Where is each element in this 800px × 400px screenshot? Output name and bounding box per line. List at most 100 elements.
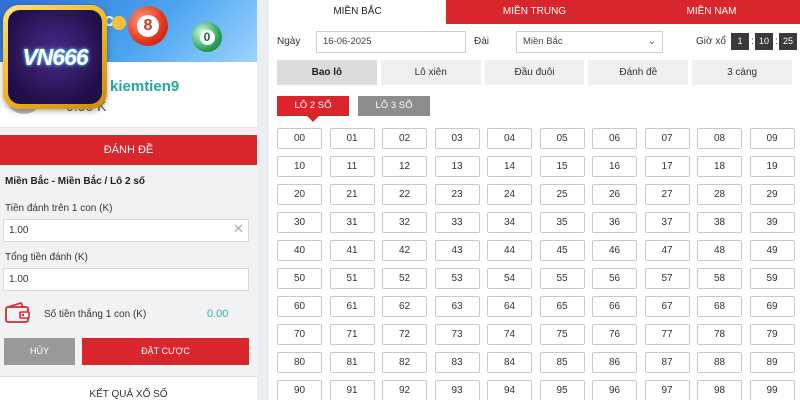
stake-input[interactable]: 1.00 bbox=[3, 219, 249, 242]
number-cell[interactable]: 09 bbox=[749, 128, 795, 149]
number-cell[interactable]: 81 bbox=[329, 352, 375, 373]
clear-icon[interactable]: ✕ bbox=[233, 221, 244, 237]
number-cell[interactable]: 47 bbox=[644, 240, 690, 261]
number-cell[interactable]: 77 bbox=[644, 324, 690, 345]
number-cell[interactable]: 01 bbox=[329, 128, 375, 149]
number-cell[interactable]: 32 bbox=[382, 212, 427, 233]
number-cell[interactable]: 74 bbox=[487, 324, 532, 345]
number-cell[interactable]: 20 bbox=[277, 184, 322, 205]
tab-dau-duoi[interactable]: Đầu đuôi bbox=[484, 60, 585, 85]
number-cell[interactable]: 49 bbox=[749, 240, 795, 261]
number-cell[interactable]: 61 bbox=[329, 296, 375, 317]
number-cell[interactable]: 43 bbox=[434, 240, 480, 261]
number-cell[interactable]: 97 bbox=[644, 380, 690, 400]
number-cell[interactable]: 23 bbox=[434, 184, 480, 205]
number-cell[interactable]: 79 bbox=[749, 324, 795, 345]
number-cell[interactable]: 84 bbox=[487, 352, 532, 373]
tab-mien-nam[interactable]: MIỀN NAM bbox=[623, 0, 800, 24]
number-cell[interactable]: 80 bbox=[277, 352, 322, 373]
number-cell[interactable]: 73 bbox=[434, 324, 480, 345]
number-cell[interactable]: 15 bbox=[539, 156, 585, 177]
number-cell[interactable]: 13 bbox=[434, 156, 480, 177]
number-cell[interactable]: 59 bbox=[749, 268, 795, 289]
number-cell[interactable]: 98 bbox=[697, 380, 742, 400]
tab-bao-lo[interactable]: Bao lô bbox=[277, 60, 377, 85]
number-cell[interactable]: 08 bbox=[697, 128, 742, 149]
number-cell[interactable]: 02 bbox=[382, 128, 427, 149]
number-cell[interactable]: 00 bbox=[277, 128, 322, 149]
number-cell[interactable]: 28 bbox=[697, 184, 742, 205]
number-cell[interactable]: 24 bbox=[487, 184, 532, 205]
number-cell[interactable]: 05 bbox=[539, 128, 585, 149]
number-cell[interactable]: 36 bbox=[592, 212, 637, 233]
number-cell[interactable]: 22 bbox=[382, 184, 427, 205]
number-cell[interactable]: 93 bbox=[434, 380, 480, 400]
number-cell[interactable]: 88 bbox=[697, 352, 742, 373]
number-cell[interactable]: 67 bbox=[644, 296, 690, 317]
station-select[interactable]: Miền Bắc ⌄ bbox=[516, 31, 663, 53]
number-cell[interactable]: 52 bbox=[382, 268, 427, 289]
number-cell[interactable]: 18 bbox=[697, 156, 742, 177]
number-cell[interactable]: 37 bbox=[644, 212, 690, 233]
number-cell[interactable]: 60 bbox=[277, 296, 322, 317]
number-cell[interactable]: 86 bbox=[592, 352, 637, 373]
tab-3-cang[interactable]: 3 càng bbox=[692, 60, 792, 85]
number-cell[interactable]: 21 bbox=[329, 184, 375, 205]
number-cell[interactable]: 31 bbox=[329, 212, 375, 233]
number-cell[interactable]: 89 bbox=[749, 352, 795, 373]
number-cell[interactable]: 10 bbox=[277, 156, 322, 177]
number-cell[interactable]: 95 bbox=[539, 380, 585, 400]
number-cell[interactable]: 78 bbox=[697, 324, 742, 345]
number-cell[interactable]: 64 bbox=[487, 296, 532, 317]
number-cell[interactable]: 71 bbox=[329, 324, 375, 345]
number-cell[interactable]: 53 bbox=[434, 268, 480, 289]
number-cell[interactable]: 65 bbox=[539, 296, 585, 317]
number-cell[interactable]: 96 bbox=[592, 380, 637, 400]
number-cell[interactable]: 03 bbox=[434, 128, 480, 149]
number-cell[interactable]: 85 bbox=[539, 352, 585, 373]
number-cell[interactable]: 27 bbox=[644, 184, 690, 205]
number-cell[interactable]: 58 bbox=[697, 268, 742, 289]
place-bet-button[interactable]: ĐẶT CƯỢC bbox=[82, 338, 249, 365]
number-cell[interactable]: 90 bbox=[277, 380, 322, 400]
number-cell[interactable]: 68 bbox=[697, 296, 742, 317]
site-logo[interactable]: VN666 bbox=[3, 5, 107, 109]
number-cell[interactable]: 83 bbox=[434, 352, 480, 373]
number-cell[interactable]: 39 bbox=[749, 212, 795, 233]
cancel-button[interactable]: HỦY bbox=[4, 338, 75, 365]
number-cell[interactable]: 30 bbox=[277, 212, 322, 233]
number-cell[interactable]: 62 bbox=[382, 296, 427, 317]
number-cell[interactable]: 46 bbox=[592, 240, 637, 261]
number-cell[interactable]: 26 bbox=[592, 184, 637, 205]
number-cell[interactable]: 17 bbox=[644, 156, 690, 177]
tab-mien-bac[interactable]: MIỀN BẮC bbox=[269, 0, 446, 24]
number-cell[interactable]: 06 bbox=[592, 128, 637, 149]
number-cell[interactable]: 76 bbox=[592, 324, 637, 345]
number-cell[interactable]: 12 bbox=[382, 156, 427, 177]
number-cell[interactable]: 34 bbox=[487, 212, 532, 233]
number-cell[interactable]: 94 bbox=[487, 380, 532, 400]
results-title[interactable]: KẾT QUẢ XỔ SỐ bbox=[0, 389, 257, 400]
number-cell[interactable]: 25 bbox=[539, 184, 585, 205]
tab-danh-de[interactable]: Đánh đề bbox=[588, 60, 689, 85]
date-input[interactable]: 16-06-2025 bbox=[316, 31, 466, 53]
number-cell[interactable]: 54 bbox=[487, 268, 532, 289]
number-cell[interactable]: 55 bbox=[539, 268, 585, 289]
number-cell[interactable]: 92 bbox=[382, 380, 427, 400]
number-cell[interactable]: 40 bbox=[277, 240, 322, 261]
number-cell[interactable]: 41 bbox=[329, 240, 375, 261]
number-cell[interactable]: 33 bbox=[434, 212, 480, 233]
number-cell[interactable]: 44 bbox=[487, 240, 532, 261]
number-cell[interactable]: 48 bbox=[697, 240, 742, 261]
number-cell[interactable]: 11 bbox=[329, 156, 375, 177]
number-cell[interactable]: 57 bbox=[644, 268, 690, 289]
number-cell[interactable]: 29 bbox=[749, 184, 795, 205]
number-cell[interactable]: 42 bbox=[382, 240, 427, 261]
tab-lo-xien[interactable]: Lô xiên bbox=[380, 60, 481, 85]
number-cell[interactable]: 91 bbox=[329, 380, 375, 400]
number-cell[interactable]: 87 bbox=[644, 352, 690, 373]
number-cell[interactable]: 63 bbox=[434, 296, 480, 317]
number-cell[interactable]: 70 bbox=[277, 324, 322, 345]
number-cell[interactable]: 72 bbox=[382, 324, 427, 345]
number-cell[interactable]: 19 bbox=[749, 156, 795, 177]
